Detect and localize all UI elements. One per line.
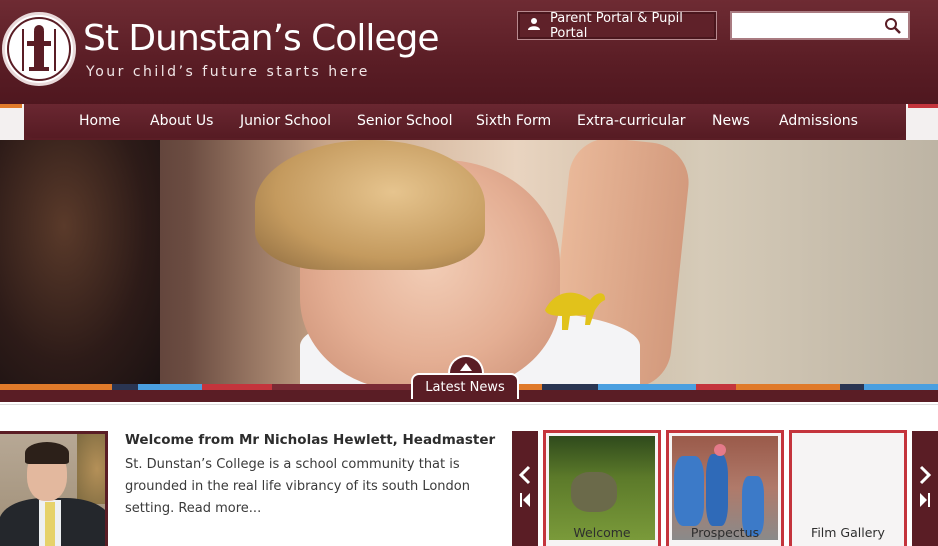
hero-foreground-child [0, 140, 160, 386]
skip-last-icon [920, 493, 930, 507]
nav-item-admissions[interactable]: Admissions [779, 113, 858, 129]
site-header: St Dunstan’s College Your child’s future… [0, 0, 938, 104]
headmaster-tie [45, 502, 55, 546]
carousel-next-button[interactable] [912, 431, 938, 546]
page: St Dunstan’s College Your child’s future… [0, 0, 938, 546]
thumbnail-ball [714, 444, 726, 456]
toy-dinosaur-icon [545, 292, 606, 330]
nav-item-home[interactable]: Home [79, 113, 120, 129]
search-box [730, 11, 910, 40]
carousel-item-prospectus[interactable]: Prospectus [666, 430, 784, 546]
skip-first-icon [520, 493, 530, 507]
nav-item-sixth-form[interactable]: Sixth Form [476, 113, 551, 129]
welcome-heading[interactable]: Welcome from Mr Nicholas Hewlett, Headma… [125, 432, 495, 448]
carousel-item-label: Prospectus [690, 525, 760, 540]
nav-item-senior-school[interactable]: Senior School [357, 113, 453, 129]
carousel-prev-button[interactable] [512, 431, 538, 546]
hero-boy-hair [255, 140, 485, 270]
carousel-item-welcome[interactable]: Welcome [543, 430, 661, 546]
parent-pupil-portal-button[interactable]: Parent Portal & Pupil Portal [517, 10, 717, 41]
nav-left-edge [0, 104, 24, 140]
chevron-up-icon [460, 363, 472, 371]
divider [0, 404, 938, 405]
thumbnail-pupil [674, 456, 704, 526]
headmaster-photo[interactable] [0, 431, 108, 546]
crest-emblem [7, 17, 71, 81]
nav-right-accent [908, 104, 938, 108]
carousel-item-label: Film Gallery [811, 525, 885, 540]
latest-news-label: Latest News [425, 379, 505, 395]
thumbnail-figure [571, 472, 617, 512]
college-name[interactable]: St Dunstan’s College [83, 18, 439, 59]
nav-right-edge [906, 104, 938, 140]
chevron-right-icon [919, 465, 932, 485]
carousel-item-film-gallery[interactable]: Film Gallery [789, 430, 907, 546]
user-icon [528, 17, 540, 34]
college-tagline: Your child’s future starts here [86, 64, 370, 80]
search-input[interactable] [736, 16, 884, 35]
latest-news-tab[interactable]: Latest News [411, 373, 519, 399]
thumbnail-pupil [706, 454, 728, 526]
photo-background-tree [77, 434, 105, 504]
nav-left-accent [0, 104, 22, 108]
nav-item-about-us[interactable]: About Us [150, 113, 213, 129]
chevron-left-icon [518, 465, 531, 485]
portal-button-label: Parent Portal & Pupil Portal [550, 10, 683, 41]
college-crest-logo[interactable] [2, 12, 76, 86]
main-navigation: Home About Us Junior School Senior Schoo… [24, 104, 906, 138]
nav-item-news[interactable]: News [712, 113, 750, 129]
hero-image[interactable] [0, 140, 938, 386]
nav-item-extra-curricular[interactable]: Extra-curricular [577, 113, 686, 129]
headmaster-hair [25, 442, 69, 464]
search-icon[interactable] [884, 17, 902, 35]
carousel-item-label: Welcome [573, 525, 631, 540]
nav-item-junior-school[interactable]: Junior School [240, 113, 331, 129]
welcome-text[interactable]: St. Dunstan’s College is a school commun… [125, 454, 485, 520]
